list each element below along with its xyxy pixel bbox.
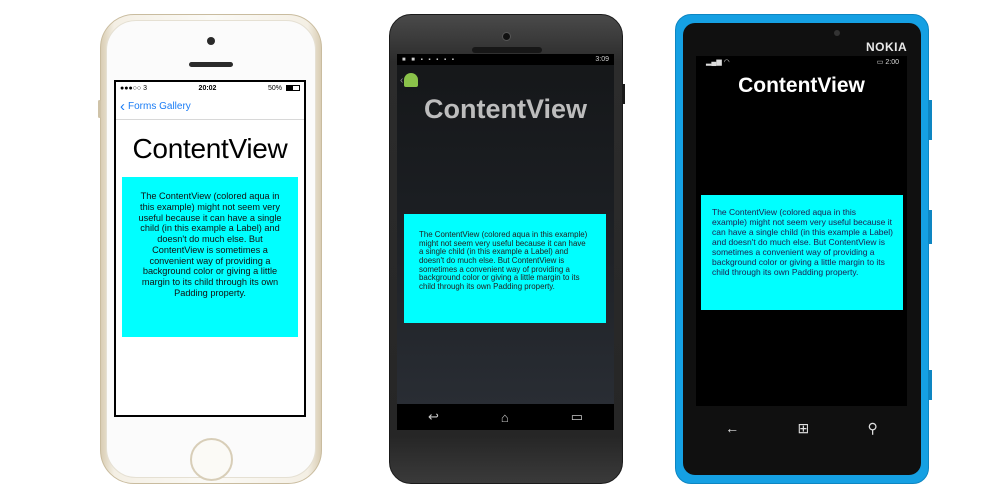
recents-icon[interactable]: ▭ — [571, 409, 583, 425]
status-time: 20:02 — [198, 84, 217, 92]
camera-key — [928, 370, 932, 400]
volume-key — [622, 84, 625, 104]
content-label: The ContentView (colored aqua in this ex… — [419, 230, 588, 292]
search-icon[interactable]: ⚲ — [868, 420, 878, 437]
mute-switch — [98, 100, 101, 118]
iphone-screen: ●●●○○ 3 20:02 50% ‹ Forms Gallery Conten… — [114, 80, 306, 417]
notification-icons: ■ ■ ▪ ▪ ▪ ▪ ▪ — [402, 56, 456, 63]
brand-logo: NOKIA — [866, 40, 908, 54]
up-arrow-icon[interactable]: ‹ — [400, 75, 403, 86]
nokia-screen: ▂▄▆ ◠ ▭ 2:00 ContentView The ContentView… — [696, 56, 907, 406]
battery-icon — [285, 84, 300, 91]
power-key — [928, 210, 932, 244]
battery-indicator: 50% — [268, 85, 300, 92]
back-icon[interactable]: ↩ — [428, 409, 439, 425]
navigation-bar: ‹ Forms Gallery — [116, 94, 304, 120]
android-status-bar: ■ ■ ▪ ▪ ▪ ▪ ▪ 3:09 — [397, 54, 614, 65]
content-view-box: The ContentView (colored aqua in this ex… — [404, 214, 606, 323]
system-navigation-bar: ↩ ⌂ ▭ — [397, 404, 614, 430]
carrier-signal: ●●●○○ 3 — [120, 84, 147, 92]
windows-start-icon[interactable]: ⊞ — [797, 420, 809, 437]
content-view-box: The ContentView (colored aqua in this ex… — [701, 195, 903, 310]
status-time: 3:09 — [595, 56, 609, 63]
status-time-group: ▭ 2:00 — [877, 58, 899, 66]
page-title: ContentView — [423, 94, 587, 124]
earpiece-speaker — [189, 62, 233, 67]
back-arrow-icon[interactable]: ← — [725, 420, 739, 436]
content-label: The ContentView (colored aqua in this ex… — [712, 207, 893, 277]
front-camera-icon — [834, 30, 840, 36]
front-camera-icon — [207, 37, 215, 45]
page-title: ContentView — [738, 74, 865, 97]
android-app-icon[interactable] — [404, 73, 419, 87]
content-view-box: The ContentView (colored aqua in this ex… — [122, 177, 298, 337]
action-bar: ‹ — [397, 65, 614, 95]
back-button[interactable]: Forms Gallery — [128, 101, 191, 112]
battery-icon: ▭ — [876, 59, 884, 66]
volume-key — [928, 100, 932, 140]
signal-wifi-icon: ▂▄▆ ◠ — [706, 59, 730, 66]
battery-percent: 50% — [268, 84, 283, 92]
earpiece-speaker — [472, 47, 542, 53]
nokia-status-bar: ▂▄▆ ◠ ▭ 2:00 — [696, 56, 907, 68]
iphone-status-bar: ●●●○○ 3 20:02 50% — [116, 82, 304, 94]
page-title: ContentView — [132, 133, 288, 164]
home-button[interactable] — [190, 438, 233, 481]
iphone-screen-content: ●●●○○ 3 20:02 50% ‹ Forms Gallery Conten… — [116, 82, 304, 415]
content-label: The ContentView (colored aqua in this ex… — [138, 191, 282, 298]
chevron-left-icon[interactable]: ‹ — [120, 99, 125, 114]
hardware-navigation-bar: ← ⊞ ⚲ — [696, 410, 907, 446]
android-screen: ■ ■ ▪ ▪ ▪ ▪ ▪ 3:09 ‹ ContentView The Con… — [397, 54, 614, 430]
status-time: 2:00 — [885, 59, 899, 66]
front-camera-icon — [502, 32, 511, 41]
three-phones-showcase: ●●●○○ 3 20:02 50% ‹ Forms Gallery Conten… — [0, 0, 1000, 500]
home-icon[interactable]: ⌂ — [501, 410, 509, 425]
